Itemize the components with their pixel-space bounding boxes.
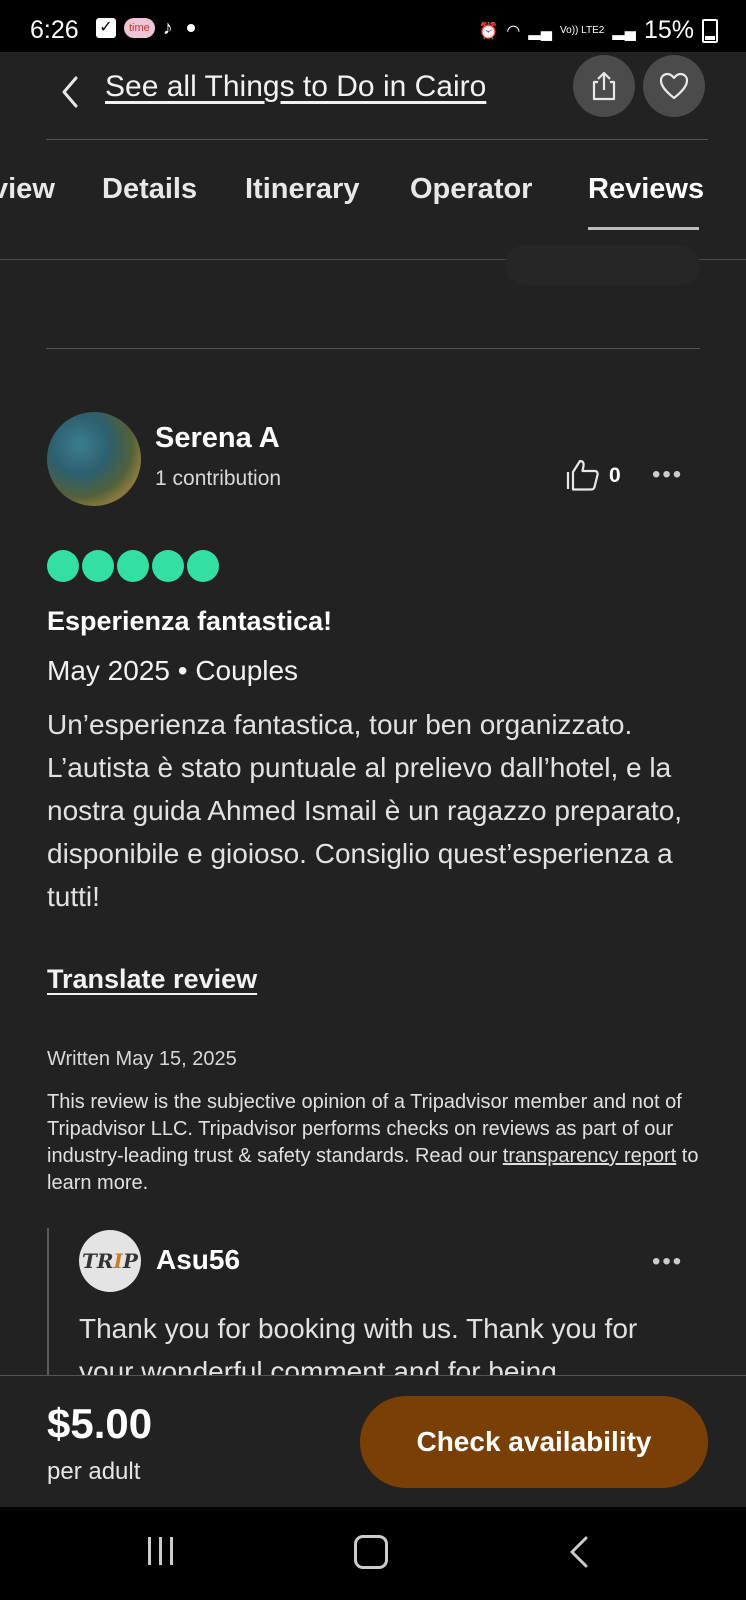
status-time: 6:26 <box>30 16 79 44</box>
reviewer-avatar[interactable] <box>47 412 141 506</box>
check-availability-button[interactable]: Check availability <box>360 1396 708 1488</box>
system-icons: ⏰ ◠ ▂▄ Vo)) LTE2 ▂▄ 15% <box>478 16 718 45</box>
like-count: 0 <box>609 464 621 487</box>
response-more-options-icon[interactable]: ••• <box>652 1250 683 1274</box>
tab-reviews[interactable]: Reviews <box>588 173 704 206</box>
heart-icon <box>659 72 689 100</box>
rating-bubble-icon <box>82 550 114 582</box>
partially-hidden-button[interactable] <box>505 245 700 285</box>
active-tab-indicator <box>588 227 699 230</box>
rating-bubble-icon <box>47 550 79 582</box>
reviewer-name[interactable]: Serena A <box>155 422 280 455</box>
more-notifications-dot-icon <box>186 24 195 32</box>
transparency-report-link[interactable]: transparency report <box>503 1145 676 1167</box>
nav-recents-icon[interactable] <box>148 1537 173 1565</box>
trip-egypt-logo: TRIP <box>82 1249 138 1273</box>
tab-details[interactable]: Details <box>102 173 197 206</box>
reviewer-contributions: 1 contribution <box>155 467 282 490</box>
checkbox-notification-icon: ✓ <box>96 18 116 38</box>
review-divider <box>46 348 700 349</box>
time-app-icon: time <box>124 18 155 38</box>
battery-percent: 15% <box>643 16 694 44</box>
nav-back-icon[interactable] <box>568 1535 590 1569</box>
review-date-and-trip-type: May 2025 • Couples <box>47 655 299 686</box>
battery-icon <box>702 18 718 43</box>
tiktok-icon: ♪ <box>162 17 173 39</box>
header-divider <box>46 139 708 140</box>
translate-review-link[interactable]: Translate review <box>47 964 257 995</box>
see-all-things-to-do-link[interactable]: See all Things to Do in Cairo <box>105 70 486 104</box>
rating-bubble-icon <box>152 550 184 582</box>
signal-icon-2: ▂▄ <box>612 22 636 40</box>
rating-bubbles <box>47 550 219 582</box>
share-button[interactable] <box>573 55 635 117</box>
rating-bubble-icon <box>187 550 219 582</box>
more-options-icon[interactable]: ••• <box>652 463 683 487</box>
tab-itinerary[interactable]: Itinerary <box>245 173 359 206</box>
review-text: Un’esperienza fantastica, tour ben organ… <box>47 709 683 912</box>
price-unit: per adult <box>47 1458 141 1485</box>
operator-name[interactable]: Asu56 <box>156 1244 240 1276</box>
wifi-icon: ◠ <box>506 22 521 40</box>
nav-home-icon[interactable] <box>354 1535 388 1569</box>
back-chevron-icon[interactable] <box>58 72 82 112</box>
price: $5.00 <box>47 1400 153 1447</box>
review-disclaimer: This review is the subjective opinion of… <box>47 1089 707 1197</box>
response-indent-bar <box>47 1228 49 1378</box>
alarm-icon: ⏰ <box>478 22 499 40</box>
signal-icon: ▂▄ <box>528 22 553 40</box>
rating-bubble-icon <box>117 550 149 582</box>
status-bar: 6:26 ✓ time ♪ ⏰ ◠ ▂▄ Vo)) LTE2 ▂▄ 15% <box>0 0 746 52</box>
review-title: Esperienza fantastica! <box>47 606 333 636</box>
thumbs-up-icon[interactable] <box>565 458 601 492</box>
lte-indicator: Vo)) LTE2 <box>560 24 605 36</box>
save-favorite-button[interactable] <box>643 55 705 117</box>
notification-icons: ✓ time ♪ <box>96 18 195 38</box>
written-date: Written May 15, 2025 <box>47 1048 237 1070</box>
tab-operator[interactable]: Operator <box>410 173 532 206</box>
system-navigation-bar <box>0 1507 746 1600</box>
operator-avatar[interactable]: TRIP <box>79 1230 141 1292</box>
booking-bar: $5.00 per adult Check availability <box>0 1375 746 1508</box>
tab-overview[interactable]: view <box>0 173 55 206</box>
top-header: See all Things to Do in Cairo <box>0 52 746 138</box>
share-icon <box>592 71 616 101</box>
